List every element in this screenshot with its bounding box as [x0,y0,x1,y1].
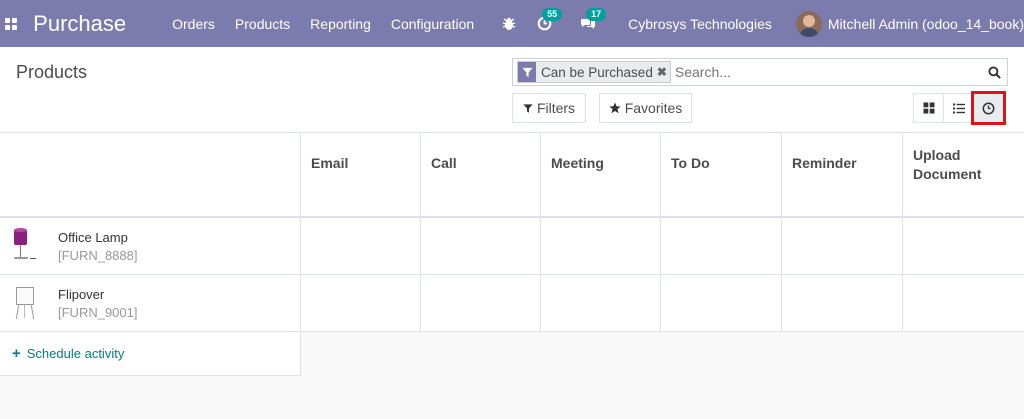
column-reminder: Reminder [782,134,903,216]
filters-label: Filters [536,100,576,116]
kanban-view-button[interactable] [913,93,944,123]
list-icon [952,103,965,113]
office-lamp-image [8,226,44,266]
apps-menu-button[interactable] [2,0,19,47]
menu-products[interactable]: Products [235,16,290,32]
search-input[interactable] [670,61,981,83]
product-cell[interactable]: Flipover [FURN_9001] [0,275,301,331]
filter-icon [518,62,536,82]
column-upload-document: Upload Document [913,147,982,182]
product-ref: [FURN_9001] [58,304,138,320]
facet-label: Can be Purchased [541,64,653,80]
search-box: Can be Purchased ✖ [512,58,1008,86]
activity-cell[interactable] [541,275,661,331]
user-menu[interactable]: Mitchell Admin (odoo_14_book) [795,10,1024,37]
header-corner [0,134,301,216]
column-todo: To Do [661,134,782,216]
facet-remove-icon[interactable]: ✖ [657,65,670,79]
avatar [795,10,822,37]
control-panel: Products Can be Purchased ✖ Filters Favo… [0,47,1024,133]
user-name: Mitchell Admin (odoo_14_book) [827,15,1024,32]
clock-icon [982,102,995,114]
company-switcher[interactable]: Cybrosys Technologies [628,16,772,32]
grid-header: Email Call Meeting To Do Reminder Upload… [0,134,1024,218]
column-meeting: Meeting [541,134,661,216]
activity-cell[interactable] [661,218,782,274]
activity-view-button[interactable] [971,91,1006,125]
activity-cell[interactable] [782,218,903,274]
app-name[interactable]: Purchase [33,11,126,37]
menu-configuration[interactable]: Configuration [391,16,474,32]
activity-badge: 55 [542,7,563,21]
flipover-image [8,283,44,323]
product-ref: [FURN_8888] [58,247,138,263]
activity-cell[interactable] [421,218,541,274]
star-icon [609,102,621,114]
search-facet: Can be Purchased ✖ [517,61,671,83]
activity-clock-icon[interactable]: 55 [534,7,563,34]
product-cell[interactable]: Office Lamp [FURN_8888] [0,218,301,274]
systray: 55 17 Cybrosys Technologies Mitchell Adm… [496,7,1024,37]
kanban-icon [923,102,934,114]
favorites-button[interactable]: Favorites [599,93,692,123]
activity-grid: Email Call Meeting To Do Reminder Upload… [0,134,1024,376]
breadcrumb: Products [16,62,88,82]
plus-icon: + [12,345,21,362]
activity-cell[interactable] [782,275,903,331]
search-icon[interactable] [981,65,1007,79]
column-call: Call [421,134,541,216]
column-email: Email [301,134,421,216]
top-navbar: Purchase Orders Products Reporting Confi… [0,0,1024,47]
activity-cell[interactable] [301,275,421,331]
product-name: Flipover [58,286,105,302]
activity-cell[interactable] [903,275,1024,331]
activity-cell[interactable] [903,218,1024,274]
menu-orders[interactable]: Orders [172,16,215,32]
activity-cell[interactable] [301,218,421,274]
activity-cell[interactable] [541,218,661,274]
grid-empty-area [301,332,1024,376]
view-switcher [913,91,1006,125]
schedule-activity-button[interactable]: + Schedule activity [0,332,301,376]
messages-icon[interactable]: 17 [578,7,607,34]
activity-cell[interactable] [421,275,541,331]
menu-reporting[interactable]: Reporting [310,16,371,32]
filters-button[interactable]: Filters [512,93,586,123]
table-row: Flipover [FURN_9001] [0,275,1024,332]
activity-cell[interactable] [661,275,782,331]
favorites-label: Favorites [624,100,683,116]
filter-icon [523,103,533,114]
schedule-row: + Schedule activity [0,332,1024,376]
bug-icon[interactable] [499,14,519,34]
schedule-activity-label: Schedule activity [26,346,125,361]
apps-grid-icon [4,17,17,30]
table-row: Office Lamp [FURN_8888] [0,218,1024,275]
product-name: Office Lamp [58,229,128,245]
messages-badge: 17 [586,7,607,21]
list-view-button[interactable] [943,93,974,123]
